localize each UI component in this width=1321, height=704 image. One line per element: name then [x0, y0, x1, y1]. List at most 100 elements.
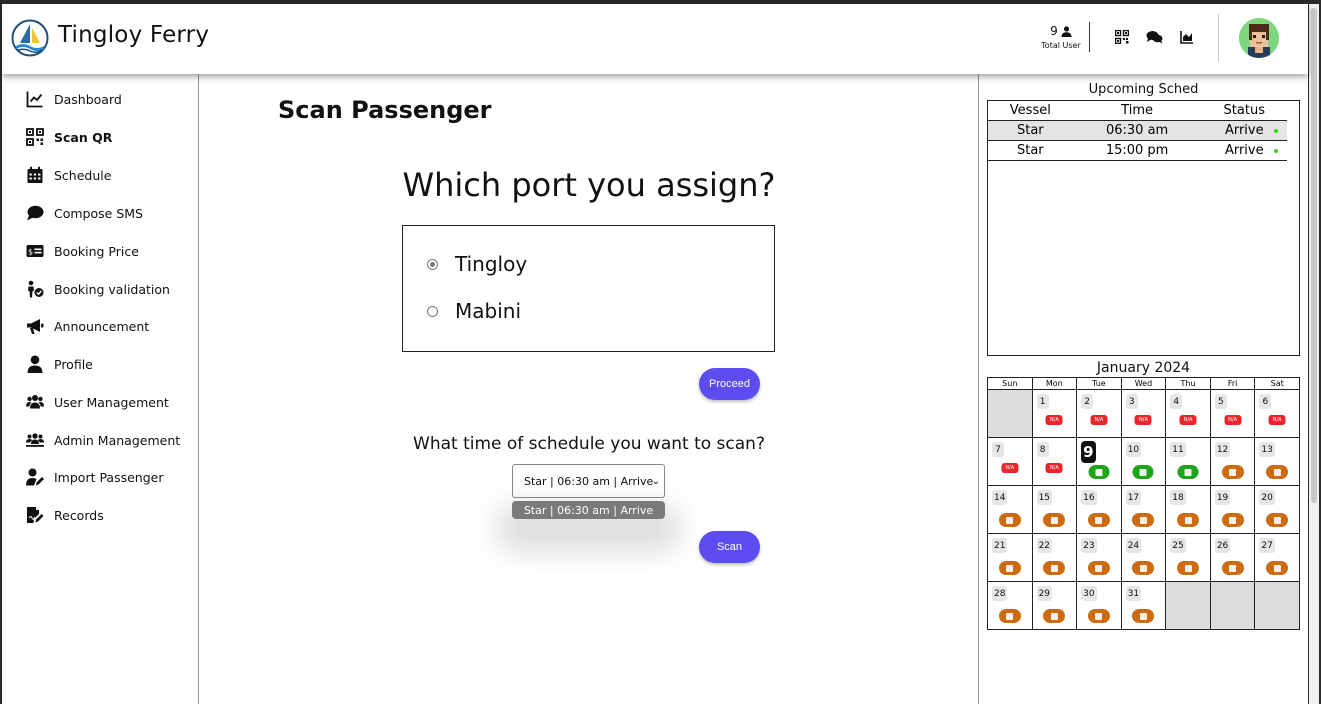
calendar-day-cell[interactable]: 6 N/A	[1254, 389, 1300, 438]
calendar-day-cell[interactable]: 20	[1254, 485, 1300, 534]
calendar-week: 14 15 16 17 18 19 20	[987, 485, 1300, 534]
na-badge[interactable]: N/A	[1001, 463, 1019, 473]
calendar-day-cell[interactable]: 28	[987, 581, 1033, 630]
booked-badge[interactable]	[1043, 513, 1066, 527]
calendar-day-cell[interactable]: 2 N/A	[1076, 389, 1122, 438]
calendar-day-cell[interactable]: 29	[1031, 581, 1078, 630]
status-dot-icon	[1274, 128, 1278, 133]
calendar-day-cell[interactable]: 16	[1076, 485, 1122, 534]
booked-badge[interactable]	[998, 561, 1021, 575]
booked-badge[interactable]	[1177, 513, 1200, 527]
available-badge[interactable]	[1177, 465, 1199, 479]
radio-button[interactable]	[427, 305, 438, 317]
booked-badge[interactable]	[1221, 513, 1244, 527]
calendar-day-cell[interactable]: 27	[1254, 533, 1300, 582]
scrollbar[interactable]	[1309, 4, 1319, 704]
na-badge[interactable]: N/A	[1045, 463, 1063, 473]
port-option-mabini[interactable]: Mabini	[427, 299, 521, 323]
sidebar-item-user-management[interactable]: User Management	[26, 392, 169, 412]
calendar-day-cell[interactable]: 8 N/A	[1031, 437, 1078, 486]
calendar-mini-icon	[1273, 468, 1281, 476]
calendar-day-cell[interactable]: 23	[1076, 533, 1122, 582]
calendar-day-cell[interactable]: 17	[1120, 485, 1167, 534]
sidebar-item-admin-management[interactable]: Admin Management	[26, 430, 180, 450]
table-row: Star 15:00 pm Arrive	[988, 140, 1287, 161]
booked-badge[interactable]	[1132, 609, 1155, 623]
calendar-day-cell[interactable]: 4 N/A	[1165, 389, 1211, 438]
calendar-day-cell[interactable]: 3 N/A	[1120, 389, 1167, 438]
booked-badge[interactable]	[1087, 561, 1110, 575]
calendar-mini-icon	[1006, 612, 1014, 620]
calendar-day-cell[interactable]: 31	[1120, 581, 1167, 630]
booked-badge[interactable]	[1087, 513, 1110, 527]
booked-badge[interactable]	[998, 513, 1021, 527]
calendar-day-cell[interactable]: 7 N/A	[987, 437, 1033, 486]
booked-badge[interactable]	[1087, 609, 1110, 623]
calendar-day-cell[interactable]: 15	[1031, 485, 1078, 534]
na-badge[interactable]: N/A	[1134, 415, 1152, 425]
na-badge[interactable]: N/A	[1268, 415, 1286, 425]
status-cell: Arrive	[1201, 120, 1287, 141]
booked-badge[interactable]	[1266, 513, 1289, 527]
calendar-day-cell[interactable]: 21	[987, 533, 1033, 582]
booked-badge[interactable]	[1132, 513, 1155, 527]
calendar-week: 21 22 23 24 25 26 27	[987, 533, 1300, 582]
sidebar-item-booking-validation[interactable]: Booking validation	[26, 279, 170, 299]
booked-badge[interactable]	[1266, 465, 1289, 479]
sidebar-item-import-passenger[interactable]: Import Passenger	[26, 467, 164, 487]
calendar-day-cell[interactable]: 25	[1165, 533, 1211, 582]
sidebar-item-scan-qr[interactable]: Scan QR	[26, 127, 112, 147]
booked-badge[interactable]	[1043, 561, 1066, 575]
booked-badge[interactable]	[1221, 465, 1244, 479]
sidebar-item-profile[interactable]: Profile	[26, 354, 93, 374]
calendar-day-cell[interactable]: 10	[1120, 437, 1167, 486]
chat-icon[interactable]	[1146, 30, 1163, 44]
calendar-day-cell[interactable]: 13	[1254, 437, 1300, 486]
sidebar-item-compose-sms[interactable]: Compose SMS	[26, 203, 143, 223]
radio-button-checked[interactable]	[427, 258, 438, 270]
booked-badge[interactable]	[998, 609, 1021, 623]
na-badge[interactable]: N/A	[1224, 415, 1242, 425]
booked-badge[interactable]	[1132, 561, 1155, 575]
schedule-select[interactable]: Star | 06:30 am | Arrive ⌄	[512, 464, 665, 498]
port-option-tingloy[interactable]: Tingloy	[427, 252, 527, 276]
calendar-mini-icon	[1095, 516, 1103, 524]
avatar[interactable]	[1239, 18, 1279, 58]
calendar-day-cell[interactable]: 1 N/A	[1031, 389, 1078, 438]
port-label: Mabini	[455, 299, 521, 323]
booked-badge[interactable]	[1221, 561, 1244, 575]
calendar-day-cell[interactable]: 11	[1165, 437, 1211, 486]
booked-badge[interactable]	[1177, 561, 1200, 575]
calendar-day-cell[interactable]: 30	[1076, 581, 1122, 630]
schedule-dropdown-option[interactable]: Star | 06:30 am | Arrive	[512, 501, 665, 519]
chart-icon[interactable]	[1180, 30, 1194, 44]
calendar-day-cell[interactable]: 9	[1076, 437, 1122, 486]
sidebar-item-schedule[interactable]: Schedule	[26, 165, 111, 185]
na-badge[interactable]: N/A	[1179, 415, 1197, 425]
calendar-day-cell[interactable]: 24	[1120, 533, 1167, 582]
calendar-day-cell[interactable]: 19	[1209, 485, 1256, 534]
calendar-day-cell[interactable]: 22	[1031, 533, 1078, 582]
qr-icon[interactable]	[1115, 30, 1129, 44]
booked-badge[interactable]	[1266, 561, 1289, 575]
sidebar-item-dashboard[interactable]: Dashboard	[26, 89, 122, 109]
calendar-day-cell[interactable]: 18	[1165, 485, 1211, 534]
calendar-day-cell[interactable]: 5 N/A	[1209, 389, 1256, 438]
calendar-day-cell[interactable]: 26	[1209, 533, 1256, 582]
qr-icon	[26, 128, 44, 146]
scan-button[interactable]: Scan	[699, 531, 760, 563]
sidebar-item-booking-price[interactable]: $ Booking Price	[26, 241, 139, 261]
na-badge[interactable]: N/A	[1090, 415, 1108, 425]
available-badge[interactable]	[1088, 465, 1110, 479]
na-badge[interactable]: N/A	[1045, 415, 1063, 425]
avatar-icon	[1239, 18, 1279, 58]
calendar-day-number: 11	[1170, 442, 1186, 457]
sidebar-item-announcement[interactable]: Announcement	[26, 316, 149, 336]
calendar-day-cell[interactable]: 14	[987, 485, 1033, 534]
available-badge[interactable]	[1132, 465, 1154, 479]
calendar-day-cell[interactable]: 12	[1209, 437, 1256, 486]
scrollbar-thumb[interactable]	[1311, 8, 1317, 503]
proceed-button[interactable]: Proceed	[699, 368, 760, 400]
booked-badge[interactable]	[1043, 609, 1066, 623]
sidebar-item-records[interactable]: Records	[26, 505, 104, 525]
